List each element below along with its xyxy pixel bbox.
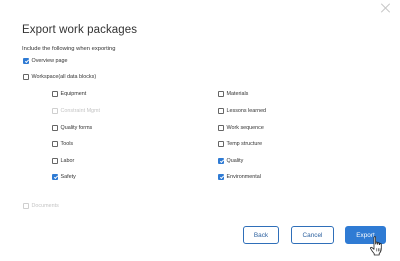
labor-label: Labor xyxy=(60,158,75,164)
overview-page-label: Overview page xyxy=(31,58,68,64)
materials-option[interactable]: Materials xyxy=(218,91,248,97)
workspace-checkbox[interactable] xyxy=(23,74,29,80)
constraint-mgmt-label: Constraint Mgmt xyxy=(60,108,101,114)
equipment-label: Equipment xyxy=(60,91,87,97)
environmental-option[interactable]: Environmental xyxy=(218,174,261,180)
equipment-option[interactable]: Equipment xyxy=(52,91,86,97)
quality-checkbox[interactable] xyxy=(218,158,224,164)
documents-option: Documents xyxy=(23,203,59,209)
quality-label: Quality xyxy=(226,158,244,164)
quality-forms-label: Quality forms xyxy=(60,125,93,131)
documents-checkbox xyxy=(23,203,29,209)
safety-label: Safety xyxy=(60,174,76,180)
close-icon[interactable] xyxy=(380,2,392,14)
lessons-learned-checkbox[interactable] xyxy=(218,108,224,114)
documents-label: Documents xyxy=(31,203,59,209)
safety-checkbox[interactable] xyxy=(52,174,58,180)
tools-checkbox[interactable] xyxy=(52,141,58,147)
lessons-learned-option[interactable]: Lessons learned xyxy=(218,108,266,114)
labor-checkbox[interactable] xyxy=(52,158,58,164)
environmental-checkbox[interactable] xyxy=(218,174,224,180)
materials-label: Materials xyxy=(226,91,249,97)
export-dialog: Export work packages Include the followi… xyxy=(0,0,400,261)
labor-option[interactable]: Labor xyxy=(52,158,74,164)
dialog-title: Export work packages xyxy=(22,24,138,36)
overview-page-option[interactable]: Overview page xyxy=(23,58,67,64)
quality-forms-option[interactable]: Quality forms xyxy=(52,125,92,131)
dialog-subtitle: Include the following when exporting xyxy=(22,46,116,52)
constraint-mgmt-checkbox xyxy=(52,108,58,114)
work-sequence-label: Work sequence xyxy=(226,125,264,131)
overview-page-checkbox[interactable] xyxy=(23,58,29,64)
work-sequence-option[interactable]: Work sequence xyxy=(218,125,264,131)
equipment-checkbox[interactable] xyxy=(52,91,58,97)
work-sequence-checkbox[interactable] xyxy=(218,125,224,131)
temp-structure-checkbox[interactable] xyxy=(218,141,224,147)
workspace-label: Workspace(all data blocks) xyxy=(31,74,97,80)
back-button[interactable]: Back xyxy=(243,226,279,244)
hand-pointer-icon xyxy=(370,236,382,256)
workspace-option[interactable]: Workspace(all data blocks) xyxy=(23,74,96,80)
tools-option[interactable]: Tools xyxy=(52,141,73,147)
quality-option[interactable]: Quality xyxy=(218,158,243,164)
lessons-learned-label: Lessons learned xyxy=(226,108,267,114)
tools-label: Tools xyxy=(60,141,74,147)
cancel-button[interactable]: Cancel xyxy=(291,226,334,244)
constraint-mgmt-option: Constraint Mgmt xyxy=(52,108,100,114)
quality-forms-checkbox[interactable] xyxy=(52,125,58,131)
environmental-label: Environmental xyxy=(226,174,261,180)
materials-checkbox[interactable] xyxy=(218,91,224,97)
safety-option[interactable]: Safety xyxy=(52,174,76,180)
temp-structure-option[interactable]: Temp structure xyxy=(218,141,262,147)
temp-structure-label: Temp structure xyxy=(226,141,263,147)
